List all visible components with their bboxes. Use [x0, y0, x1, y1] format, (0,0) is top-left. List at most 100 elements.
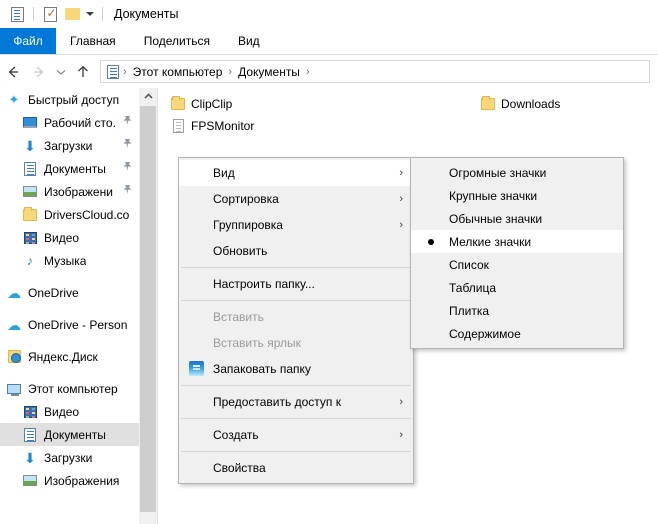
view-option-label: Содержимое — [449, 326, 521, 341]
submenu-chevron-icon: › — [399, 429, 403, 441]
sidebar-item-6[interactable]: Видео — [0, 226, 139, 249]
address-bar[interactable]: › Этот компьютер › Документы › — [100, 60, 650, 83]
context-menu-item-10[interactable]: Свойства — [179, 455, 413, 481]
file-item[interactable]: ClipClip — [170, 94, 232, 114]
sidebar-item-7[interactable]: ♪ Музыка — [0, 249, 139, 272]
navigation-pane-scrollbar[interactable] — [139, 88, 157, 524]
sidebar-item-label: Быстрый доступ — [28, 92, 120, 107]
file-item[interactable]: Downloads — [480, 94, 560, 114]
view-option-6[interactable]: Плитка — [411, 299, 623, 322]
pin-icon[interactable] — [122, 184, 133, 198]
view-option-3[interactable]: Мелкие значки — [411, 230, 623, 253]
menu-separator — [181, 451, 411, 452]
tab-view[interactable]: Вид — [224, 28, 274, 54]
pin-icon[interactable] — [122, 161, 133, 175]
file-name: ClipClip — [191, 97, 233, 111]
sidebar-item-label: Документы — [44, 427, 106, 442]
sidebar-item-3[interactable]: Документы — [0, 157, 139, 180]
back-arrow-icon[interactable] — [0, 59, 26, 85]
navigation-pane: ✦ Быстрый доступ Рабочий сто. ⬇ Загрузки Доку… — [0, 88, 139, 524]
video-icon — [22, 230, 38, 246]
context-menu-item-label: Настроить папку... — [213, 277, 315, 291]
sidebar-item-13[interactable]: Документы — [0, 423, 139, 446]
context-menu-item-label: Вставить — [213, 310, 264, 324]
menu-separator — [181, 418, 411, 419]
view-option-0[interactable]: Огромные значки — [411, 161, 623, 184]
context-menu-item-8[interactable]: Предоставить доступ к › — [179, 389, 413, 415]
breadcrumb-separator[interactable]: › — [304, 66, 312, 78]
sidebar-item-11[interactable]: Этот компьютер — [0, 377, 139, 400]
sidebar-item-4[interactable]: Изображени — [0, 180, 139, 203]
up-arrow-icon[interactable] — [70, 59, 96, 85]
folder-icon — [170, 96, 186, 112]
context-menu-item-1[interactable]: Сортировка › — [179, 186, 413, 212]
context-menu-item-label: Запаковать папку — [213, 362, 311, 376]
sidebar-item-label: DriversCloud.co — [44, 207, 130, 222]
pictures-icon — [22, 184, 38, 200]
customize-chevron-icon[interactable] — [83, 3, 97, 25]
star-icon: ✦ — [8, 92, 20, 107]
breadcrumb-this-pc[interactable]: Этот компьютер — [129, 65, 227, 79]
view-option-4[interactable]: Список — [411, 253, 623, 276]
context-menu-item-3[interactable]: Обновить — [179, 238, 413, 264]
scrollbar-thumb[interactable] — [140, 106, 156, 512]
context-menu-item-label: Вид — [213, 166, 235, 180]
view-option-label: Список — [449, 257, 489, 272]
toolbar-divider — [33, 7, 34, 21]
context-menu[interactable]: Вид › Сортировка › Группировка › Обновить Настр… — [178, 157, 414, 484]
sidebar-item-10[interactable]: Яндекс.Диск — [0, 345, 139, 368]
file-item[interactable]: FPSMonitor — [170, 116, 254, 136]
menu-separator — [181, 385, 411, 386]
sidebar-item-15[interactable]: Изображения — [0, 469, 139, 492]
view-option-label: Огромные значки — [449, 165, 547, 180]
view-option-label: Плитка — [449, 303, 490, 318]
pin-icon[interactable] — [122, 138, 133, 152]
tab-share[interactable]: Поделиться — [130, 28, 224, 54]
navigation-bar: › Этот компьютер › Документы › — [0, 55, 658, 88]
radio-selected-icon — [428, 238, 434, 245]
recent-locations-chevron-icon[interactable] — [52, 59, 70, 85]
properties-icon[interactable] — [6, 3, 28, 25]
sidebar-item-8[interactable]: ☁ OneDrive — [0, 281, 139, 304]
view-submenu[interactable]: Огромные значки Крупные значки Обычные зна… — [410, 157, 624, 349]
context-menu-item-label: Вставить ярлык — [213, 336, 301, 350]
sidebar-item-9[interactable]: ☁ OneDrive - Person — [0, 313, 139, 336]
context-menu-item-4[interactable]: Настроить папку... — [179, 271, 413, 297]
sidebar-item-label: Видео — [44, 230, 80, 245]
folder-icon[interactable] — [61, 3, 83, 25]
tab-home[interactable]: Главная — [56, 28, 130, 54]
explorer-window: Документы Файл Главная Поделиться Вид › … — [0, 0, 658, 524]
folder-icon — [480, 96, 496, 112]
sidebar-item-label: Яндекс.Диск — [28, 349, 98, 364]
context-menu-item-9[interactable]: Создать › — [179, 422, 413, 448]
context-menu-item-0[interactable]: Вид › — [179, 160, 413, 186]
context-menu-item-7[interactable]: Запаковать папку — [179, 356, 413, 382]
sidebar-item-0[interactable]: ✦ Быстрый доступ — [0, 88, 139, 111]
scroll-up-icon[interactable] — [139, 88, 157, 105]
tab-file[interactable]: Файл — [0, 28, 56, 54]
forward-arrow-icon — [26, 59, 52, 85]
sidebar-item-label: OneDrive — [28, 285, 79, 300]
breadcrumb-documents[interactable]: Документы — [234, 65, 304, 79]
context-menu-item-2[interactable]: Группировка › — [179, 212, 413, 238]
view-option-1[interactable]: Крупные значки — [411, 184, 623, 207]
view-option-2[interactable]: Обычные значки — [411, 207, 623, 230]
view-option-7[interactable]: Содержимое — [411, 322, 623, 345]
sidebar-item-14[interactable]: ⬇ Загрузки — [0, 446, 139, 469]
pin-icon[interactable] — [122, 115, 133, 129]
view-option-label: Обычные значки — [449, 211, 543, 226]
document-icon — [22, 427, 38, 443]
sidebar-item-5[interactable]: DriversCloud.co — [0, 203, 139, 226]
breadcrumb-separator: › — [228, 65, 233, 78]
sidebar-item-2[interactable]: ⬇ Загрузки — [0, 134, 139, 157]
view-option-5[interactable]: Таблица — [411, 276, 623, 299]
this-pc-icon — [6, 381, 22, 397]
sidebar-item-1[interactable]: Рабочий сто. — [0, 111, 139, 134]
window-title: Документы — [114, 7, 179, 21]
sidebar-item-12[interactable]: Видео — [0, 400, 139, 423]
new-folder-checked-icon[interactable] — [39, 3, 61, 25]
